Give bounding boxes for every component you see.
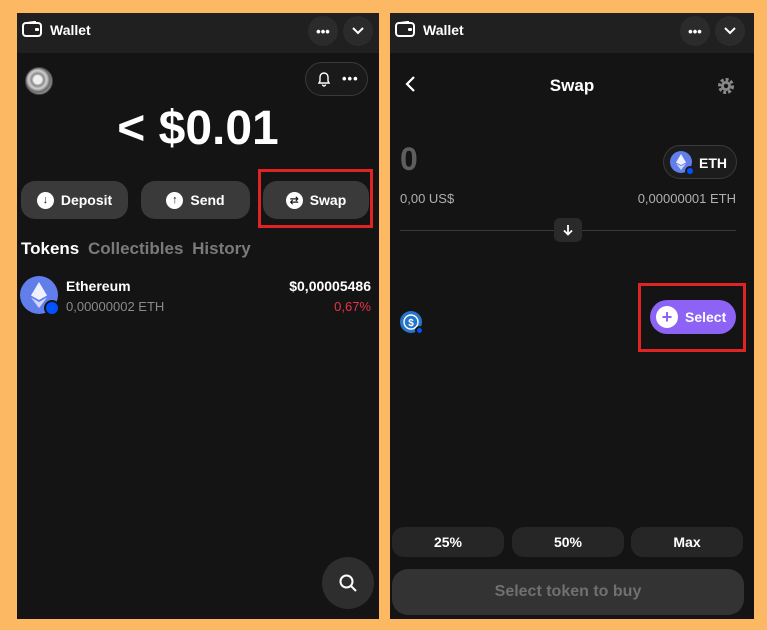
- network-badge-icon: [415, 326, 424, 335]
- chevron-down-icon: [724, 27, 736, 35]
- swap-highlight-box: [258, 169, 373, 228]
- titlebar: Wallet •••: [390, 13, 754, 53]
- swap-amount-input[interactable]: 0: [400, 141, 418, 178]
- bell-icon[interactable]: [316, 71, 332, 87]
- send-label: Send: [190, 192, 225, 208]
- titlebar: Wallet •••: [17, 13, 379, 53]
- wallet-icon: [395, 21, 415, 37]
- max-button[interactable]: Max: [631, 527, 743, 557]
- from-token-symbol: ETH: [699, 155, 727, 171]
- switch-direction-button[interactable]: [554, 218, 582, 242]
- network-badge-icon: [44, 300, 60, 316]
- arrow-down-icon: [563, 225, 573, 236]
- token-change: 0,67%: [334, 299, 371, 314]
- search-icon: [339, 574, 357, 592]
- collapse-button[interactable]: [715, 16, 745, 46]
- network-badge-icon: [685, 166, 695, 176]
- fiat-value: 0,00 US$: [400, 191, 455, 206]
- crypto-balance: 0,00000001 ETH: [637, 191, 736, 206]
- svg-text:$: $: [408, 318, 414, 329]
- tab-collectibles[interactable]: Collectibles: [88, 239, 183, 258]
- wallet-home-panel: Wallet ••• ••• < $0.01 ↓ Deposit ↑ Send …: [17, 13, 379, 619]
- balance-amount: < $0.01: [117, 102, 279, 155]
- select-highlight-box: [638, 283, 746, 352]
- more-menu-button[interactable]: •••: [308, 16, 338, 46]
- avatar[interactable]: [25, 67, 53, 95]
- arrow-up-circle-icon: ↑: [166, 191, 184, 209]
- chevron-down-icon: [352, 27, 364, 35]
- select-token-to-buy-button[interactable]: Select token to buy: [392, 569, 744, 615]
- app-title: Wallet: [423, 22, 464, 38]
- token-name: Ethereum: [66, 278, 131, 294]
- search-button[interactable]: [322, 557, 374, 609]
- token-value: $0,00005486: [289, 278, 371, 294]
- tab-tokens[interactable]: Tokens: [21, 239, 79, 258]
- percent-25-button[interactable]: 25%: [392, 527, 504, 557]
- more-horizontal-icon[interactable]: •••: [342, 71, 359, 86]
- more-menu-button[interactable]: •••: [680, 16, 710, 46]
- more-horizontal-icon: •••: [316, 23, 330, 39]
- more-horizontal-icon: •••: [688, 23, 702, 39]
- token-row-ethereum[interactable]: Ethereum 0,00000002 ETH $0,00005486 0,67…: [17, 275, 379, 321]
- app-title: Wallet: [50, 22, 91, 38]
- token-amount: 0,00000002 ETH: [66, 299, 165, 314]
- from-token-selector[interactable]: ETH: [663, 145, 737, 179]
- collapse-button[interactable]: [343, 16, 373, 46]
- send-button[interactable]: ↑ Send: [141, 181, 250, 219]
- arrow-down-circle-icon: ↓: [36, 191, 54, 209]
- wallet-icon: [22, 21, 42, 37]
- header-actions: •••: [305, 62, 368, 96]
- page-title: Swap: [549, 76, 595, 95]
- percent-50-button[interactable]: 50%: [512, 527, 624, 557]
- swap-panel: Wallet ••• Swap 0 ETH 0,00 US$ 0,0000000…: [390, 13, 754, 619]
- tab-history[interactable]: History: [192, 239, 251, 258]
- gear-icon[interactable]: [716, 76, 736, 96]
- deposit-button[interactable]: ↓ Deposit: [21, 181, 128, 219]
- deposit-label: Deposit: [60, 192, 113, 208]
- tab-bar: Tokens Collectibles History: [21, 239, 255, 259]
